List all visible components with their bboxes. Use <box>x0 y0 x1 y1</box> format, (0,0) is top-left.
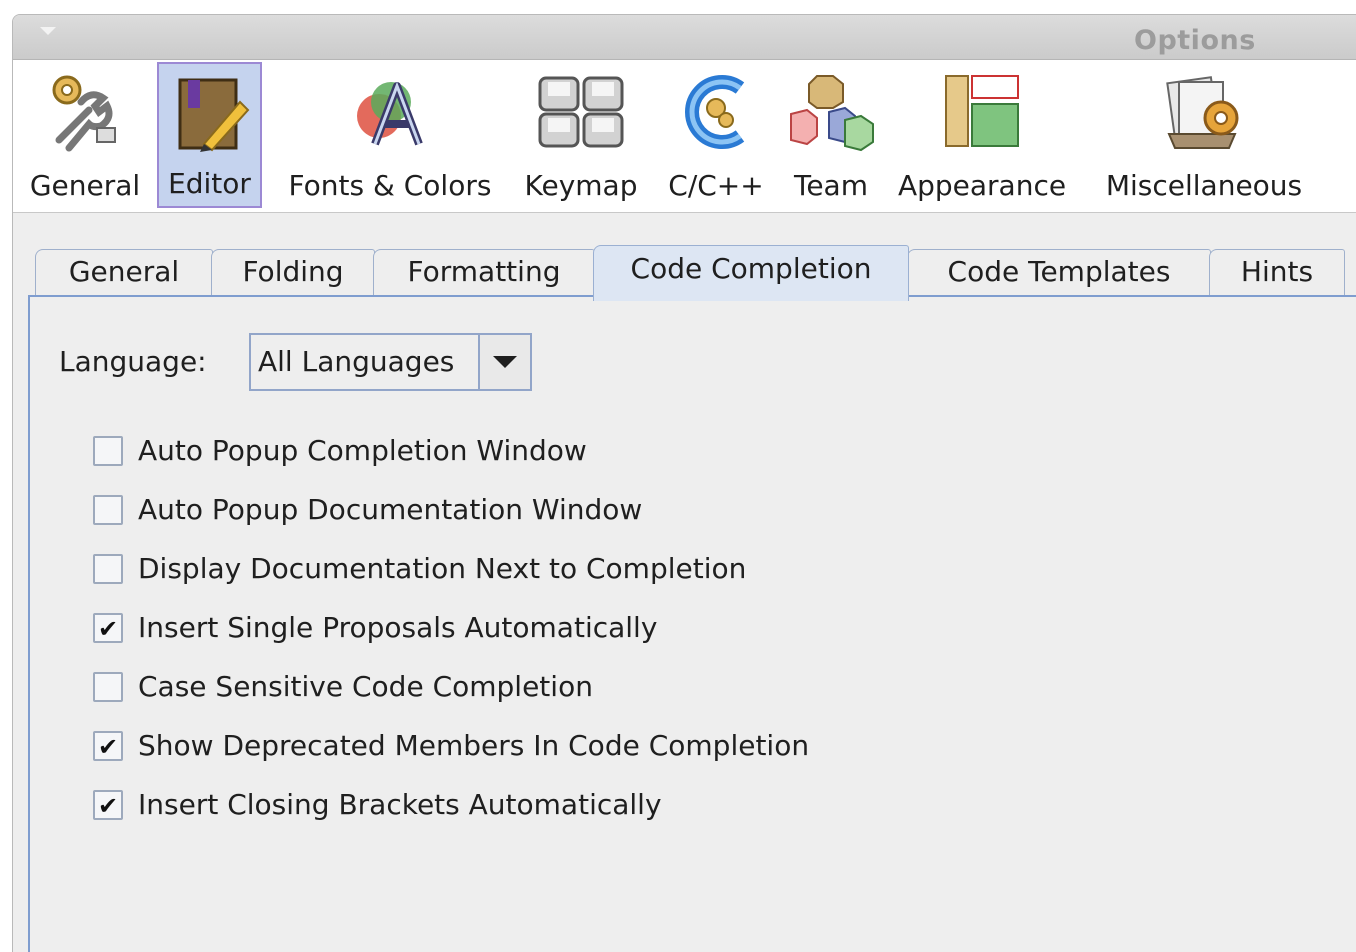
category-team[interactable]: Team <box>781 62 881 208</box>
category-cpp[interactable]: C/C++ <box>659 62 773 208</box>
chevron-down-icon <box>493 356 517 368</box>
language-selected-value: All Languages <box>258 345 455 378</box>
miscellaneous-icon <box>1166 76 1239 149</box>
language-label: Language: <box>59 345 207 378</box>
window-menu-icon[interactable] <box>40 27 56 35</box>
editor-book-pencil-icon <box>178 78 249 152</box>
category-general[interactable]: General <box>25 62 145 208</box>
category-miscellaneous[interactable]: Miscellaneous <box>1093 62 1315 208</box>
category-toolbar: General Editor Fonts & Colors Keymap C/C… <box>13 60 1356 213</box>
fonts-colors-icon <box>357 81 423 146</box>
checkbox[interactable] <box>93 554 123 584</box>
editor-options-content: General Folding Formatting Code Completi… <box>13 213 1356 952</box>
category-label: Keymap <box>524 169 638 202</box>
wrench-gear-icon <box>52 75 116 152</box>
code-completion-panel: Language: All Languages Auto Popup Compl… <box>28 295 1356 952</box>
language-combobox[interactable]: All Languages <box>249 333 532 391</box>
option-label: Show Deprecated Members In Code Completi… <box>138 729 810 762</box>
tab-folding[interactable]: Folding <box>211 249 375 297</box>
cpp-icon <box>685 75 745 149</box>
option-label: Auto Popup Documentation Window <box>138 493 643 526</box>
category-label: C/C++ <box>668 169 764 202</box>
category-label: Miscellaneous <box>1105 169 1303 202</box>
title-bar[interactable]: Options <box>13 15 1356 60</box>
category-editor[interactable]: Editor <box>157 62 262 208</box>
checkbox-checked[interactable]: ✔ <box>93 790 123 820</box>
category-label: Team <box>793 169 868 202</box>
tab-code-templates[interactable]: Code Templates <box>907 249 1211 297</box>
tab-formatting[interactable]: Formatting <box>373 249 595 297</box>
option-label: Display Documentation Next to Completion <box>138 552 747 585</box>
checkbox-checked[interactable]: ✔ <box>93 731 123 761</box>
keyboard-keys-icon <box>538 76 624 148</box>
tab-hints[interactable]: Hints <box>1209 249 1345 297</box>
category-label: General <box>29 169 141 202</box>
appearance-layout-icon <box>945 75 1019 147</box>
category-appearance[interactable]: Appearance <box>889 62 1075 208</box>
editor-tab-bar: General Folding Formatting Code Completi… <box>35 245 1356 301</box>
option-label: Insert Single Proposals Automatically <box>138 611 658 644</box>
tab-general[interactable]: General <box>35 249 213 297</box>
team-blocks-icon <box>790 75 874 152</box>
category-keymap[interactable]: Keymap <box>516 62 646 208</box>
options-window: Options General Editor Fonts & Colors Ke… <box>12 14 1356 952</box>
checkbox-checked[interactable]: ✔ <box>93 613 123 643</box>
tab-code-completion[interactable]: Code Completion <box>593 245 909 301</box>
category-fonts-colors[interactable]: Fonts & Colors <box>273 62 507 208</box>
category-label: Editor <box>168 167 251 200</box>
checkbox[interactable] <box>93 436 123 466</box>
option-label: Auto Popup Completion Window <box>138 434 587 467</box>
option-label: Insert Closing Brackets Automatically <box>138 788 662 821</box>
category-label: Fonts & Colors <box>288 169 492 202</box>
checkbox[interactable] <box>93 672 123 702</box>
dropdown-arrow-button[interactable] <box>478 335 530 389</box>
checkbox[interactable] <box>93 495 123 525</box>
window-title: Options <box>1134 25 1256 56</box>
option-label: Case Sensitive Code Completion <box>138 670 593 703</box>
category-label: Appearance <box>897 169 1067 202</box>
